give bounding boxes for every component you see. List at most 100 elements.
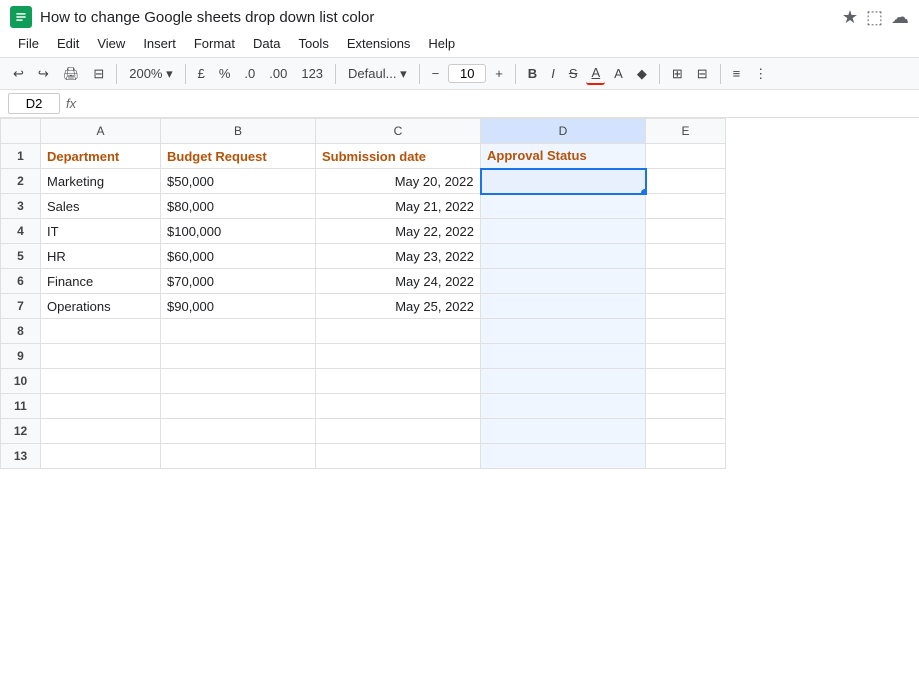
cell-D13[interactable] — [481, 444, 646, 469]
cell-C12[interactable] — [316, 419, 481, 444]
cell-A5[interactable]: HR — [41, 244, 161, 269]
row-header-9[interactable]: 9 — [1, 344, 41, 369]
cell-E6[interactable] — [646, 269, 726, 294]
cell-B7[interactable]: $90,000 — [161, 294, 316, 319]
cell-A1[interactable]: Department — [41, 144, 161, 169]
cell-B8[interactable] — [161, 319, 316, 344]
cell-E4[interactable] — [646, 219, 726, 244]
row-header-4[interactable]: 4 — [1, 219, 41, 244]
cell-E9[interactable] — [646, 344, 726, 369]
cell-C1[interactable]: Submission date — [316, 144, 481, 169]
menu-item-data[interactable]: Data — [245, 32, 288, 55]
cell-C4[interactable]: May 22, 2022 — [316, 219, 481, 244]
cell-E3[interactable] — [646, 194, 726, 219]
star-icon[interactable]: ★ — [842, 7, 858, 28]
percent-button[interactable]: % — [214, 63, 236, 84]
cloud-icon[interactable]: ☁ — [891, 7, 909, 28]
undo-button[interactable]: ↩ — [8, 63, 29, 85]
cell-A7[interactable]: Operations — [41, 294, 161, 319]
paint-format-button[interactable]: ⊟ — [88, 63, 109, 85]
row-header-1[interactable]: 1 — [1, 144, 41, 169]
cell-A8[interactable] — [41, 319, 161, 344]
menu-item-file[interactable]: File — [10, 32, 47, 55]
cell-B1[interactable]: Budget Request — [161, 144, 316, 169]
menu-item-format[interactable]: Format — [186, 32, 243, 55]
folder-icon[interactable]: ⬚ — [866, 7, 883, 28]
cell-B10[interactable] — [161, 369, 316, 394]
cell-B2[interactable]: $50,000 — [161, 169, 316, 194]
menu-item-edit[interactable]: Edit — [49, 32, 87, 55]
cell-E2[interactable] — [646, 169, 726, 194]
menu-item-extensions[interactable]: Extensions — [339, 32, 419, 55]
menu-item-tools[interactable]: Tools — [290, 32, 336, 55]
cell-D10[interactable] — [481, 369, 646, 394]
col-header-D[interactable]: D — [481, 119, 646, 144]
number-format-button[interactable]: 123 — [296, 63, 328, 84]
row-header-6[interactable]: 6 — [1, 269, 41, 294]
cell-D8[interactable] — [481, 319, 646, 344]
menu-item-view[interactable]: View — [89, 32, 133, 55]
cell-B9[interactable] — [161, 344, 316, 369]
cell-B13[interactable] — [161, 444, 316, 469]
cell-C11[interactable] — [316, 394, 481, 419]
cell-B12[interactable] — [161, 419, 316, 444]
cell-A10[interactable] — [41, 369, 161, 394]
cell-B5[interactable]: $60,000 — [161, 244, 316, 269]
row-header-10[interactable]: 10 — [1, 369, 41, 394]
cell-C13[interactable] — [316, 444, 481, 469]
cell-A9[interactable] — [41, 344, 161, 369]
cell-E7[interactable] — [646, 294, 726, 319]
cell-E8[interactable] — [646, 319, 726, 344]
print-button[interactable]: 🖨 — [58, 63, 85, 85]
cell-C3[interactable]: May 21, 2022 — [316, 194, 481, 219]
cell-B3[interactable]: $80,000 — [161, 194, 316, 219]
cell-A12[interactable] — [41, 419, 161, 444]
cell-D11[interactable] — [481, 394, 646, 419]
borders-button[interactable]: ⊞ — [667, 63, 688, 85]
row-header-3[interactable]: 3 — [1, 194, 41, 219]
cell-D1[interactable]: Approval Status — [481, 144, 646, 169]
cell-D4[interactable] — [481, 219, 646, 244]
cell-A3[interactable]: Sales — [41, 194, 161, 219]
cell-reference-input[interactable] — [8, 93, 60, 114]
italic-button[interactable]: I — [546, 63, 560, 84]
redo-button[interactable]: ↪ — [33, 63, 54, 85]
cell-C6[interactable]: May 24, 2022 — [316, 269, 481, 294]
cell-C2[interactable]: May 20, 2022 — [316, 169, 481, 194]
cell-D2[interactable] — [481, 169, 646, 194]
cell-D6[interactable] — [481, 269, 646, 294]
cell-A4[interactable]: IT — [41, 219, 161, 244]
font-size-input[interactable] — [448, 64, 486, 83]
cell-C5[interactable]: May 23, 2022 — [316, 244, 481, 269]
more-button[interactable]: ⋮ — [749, 63, 772, 85]
cell-A2[interactable]: Marketing — [41, 169, 161, 194]
cell-D3[interactable] — [481, 194, 646, 219]
col-header-E[interactable]: E — [646, 119, 726, 144]
merge-button[interactable]: ⊟ — [692, 63, 713, 85]
cell-A6[interactable]: Finance — [41, 269, 161, 294]
row-header-13[interactable]: 13 — [1, 444, 41, 469]
fill-color-button[interactable]: ◆ — [632, 63, 652, 85]
cell-C9[interactable] — [316, 344, 481, 369]
cell-A11[interactable] — [41, 394, 161, 419]
zoom-dropdown[interactable]: 200% ▾ — [124, 63, 177, 85]
row-header-5[interactable]: 5 — [1, 244, 41, 269]
dec-fixed-button[interactable]: .00 — [264, 63, 292, 84]
col-header-C[interactable]: C — [316, 119, 481, 144]
cell-C7[interactable]: May 25, 2022 — [316, 294, 481, 319]
font-size-plus[interactable]: + — [490, 63, 508, 84]
dec-increase-button[interactable]: .0 — [239, 63, 260, 84]
strikethrough-button[interactable]: S — [564, 63, 583, 84]
cell-C8[interactable] — [316, 319, 481, 344]
cell-B4[interactable]: $100,000 — [161, 219, 316, 244]
cell-E10[interactable] — [646, 369, 726, 394]
text-color-button[interactable]: A — [609, 63, 628, 84]
bold-button[interactable]: B — [523, 63, 542, 84]
formula-input[interactable] — [82, 96, 911, 111]
cell-D12[interactable] — [481, 419, 646, 444]
cell-D7[interactable] — [481, 294, 646, 319]
currency-button[interactable]: £ — [193, 63, 210, 84]
cell-E12[interactable] — [646, 419, 726, 444]
cell-D9[interactable] — [481, 344, 646, 369]
align-button[interactable]: ≡ — [728, 63, 746, 84]
